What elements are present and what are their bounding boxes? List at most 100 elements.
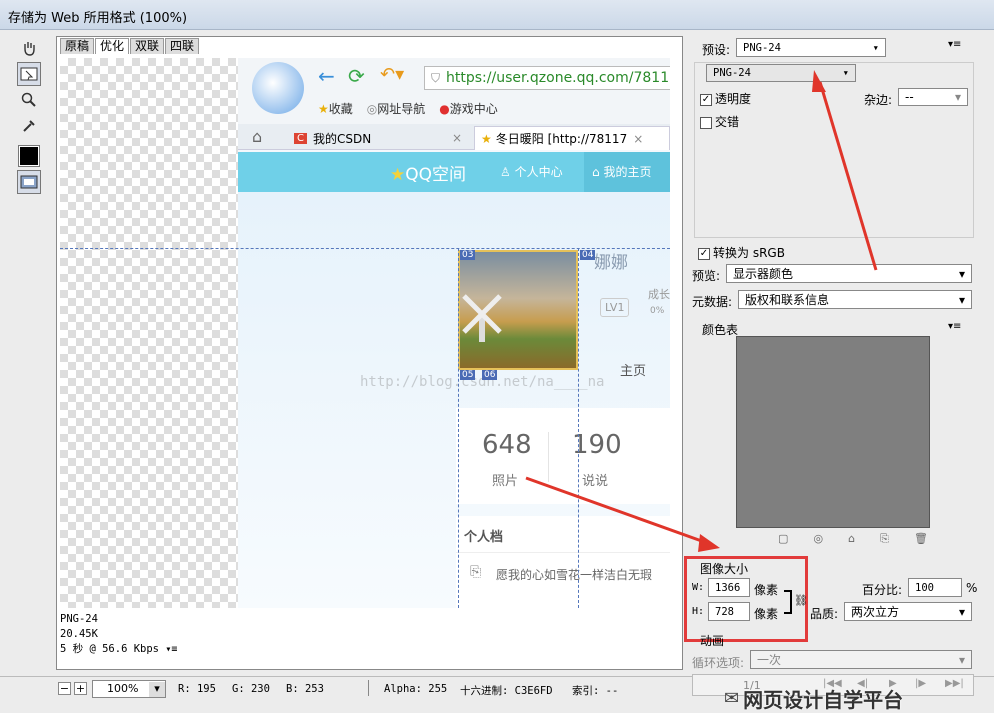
next-frame-icon[interactable]: |▶	[915, 678, 926, 689]
qzone-star-icon: ★	[481, 131, 492, 146]
toggle-slice-visibility-icon[interactable]	[17, 170, 41, 194]
zoom-tool-icon[interactable]	[17, 88, 41, 112]
undo-icon[interactable]: ↶▾	[380, 64, 404, 85]
nav-personal-center[interactable]: ♙ 个人中心	[500, 163, 563, 180]
new-color-icon[interactable]: ⎘	[880, 532, 889, 546]
chevron-down-icon: ▾	[958, 604, 965, 619]
slice-label-03[interactable]: 03	[460, 250, 476, 260]
width-input[interactable]: 1366	[708, 578, 750, 597]
metadata-select[interactable]: 版权和联系信息 ▾	[738, 290, 972, 309]
bookmark-bar: ★收藏 ◎网址导航 ●游戏中心	[318, 100, 498, 117]
animation-title: 动画	[700, 634, 725, 648]
link-chain-icon[interactable]: ⛓	[794, 594, 808, 607]
browser-tab-csdn[interactable]: C 我的CSDN ×	[288, 127, 468, 149]
preset-select[interactable]: PNG-24 ▾	[736, 38, 886, 57]
loop-label: 循环选项:	[692, 656, 745, 670]
nav-my-home[interactable]: ⌂ 我的主页	[584, 152, 670, 192]
color-table-title: 颜色表	[702, 323, 739, 337]
bookmark-favorites[interactable]: ★收藏	[318, 100, 353, 117]
width-label: W:	[692, 582, 705, 593]
image-preview[interactable]: ← ⟳ ↶▾ ⛉ https://user.qzone.qq.com/78117…	[60, 58, 670, 608]
url-text: https://user.qzone.qq.com/78117	[446, 70, 670, 86]
address-bar[interactable]: ⛉ https://user.qzone.qq.com/78117	[424, 66, 670, 90]
readout-g: G: 230	[232, 683, 270, 695]
image-size-title: 图像大小	[700, 562, 749, 576]
slice-label-06[interactable]: 06	[482, 370, 498, 380]
info-menu-icon[interactable]: ▾≡	[165, 644, 177, 655]
refresh-icon[interactable]: ⟳	[348, 64, 365, 88]
readout-r: R: 195	[178, 683, 216, 695]
trash-icon[interactable]: 🗑	[914, 532, 928, 546]
profile-text: 愿我的心如雪花一样洁白无瑕	[496, 568, 653, 582]
web-shift-icon[interactable]: ◎	[813, 532, 823, 546]
stat-shuoshuo-count: 190	[572, 430, 622, 460]
eyedropper-tool-icon[interactable]	[17, 114, 41, 138]
loop-select[interactable]: 一次 ▾	[750, 650, 972, 669]
qzone-brand[interactable]: ★QQ空间	[390, 160, 466, 185]
panel-menu-icon[interactable]: ▾≡	[948, 39, 961, 50]
home-link[interactable]: 主页	[620, 360, 646, 379]
map-transparent-icon[interactable]: ▢	[778, 532, 788, 546]
slice-select-tool-icon[interactable]	[17, 62, 41, 86]
readout-b: B: 253	[286, 683, 324, 695]
check-icon: ✓	[700, 93, 712, 106]
convert-srgb-checkbox[interactable]: ✓ 转换为 sRGB	[698, 244, 785, 261]
format-select[interactable]: PNG-24 ▾	[706, 64, 856, 82]
chevron-down-icon: ▾	[872, 41, 879, 54]
percent-input[interactable]: 100	[908, 578, 962, 597]
chevron-down-icon: ▾	[958, 266, 965, 281]
zoom-in-button[interactable]: +	[74, 682, 87, 695]
avatar[interactable]	[458, 250, 578, 370]
optimization-info: PNG-24 20.45K 5 秒 @ 56.6 Kbps ▾≡	[60, 612, 680, 668]
sogou-logo-icon	[252, 62, 304, 114]
preview-label: 预览:	[692, 269, 721, 283]
zoom-select[interactable]: 100% ▾	[92, 680, 166, 698]
chevron-down-icon: ▾	[958, 292, 965, 307]
quality-select[interactable]: 两次立方 ▾	[844, 602, 972, 621]
last-frame-icon[interactable]: ▶▶|	[945, 678, 964, 689]
tab-4up[interactable]: 四联	[165, 38, 200, 54]
toolbox	[14, 34, 44, 194]
home-icon[interactable]: ⌂	[252, 127, 262, 146]
browser-tab-qzone[interactable]: ★ 冬日暖阳 [http://78117 ×	[474, 126, 670, 150]
stat-shuoshuo-label[interactable]: 说说	[582, 470, 608, 489]
user-icon: ♙	[500, 165, 515, 179]
profile-icon: ⎘	[470, 564, 482, 580]
slice-label-05[interactable]: 05	[460, 370, 476, 380]
title-bar: 存储为 Web 所用格式 (100%)	[0, 0, 994, 30]
stat-photos-label[interactable]: 照片	[492, 470, 518, 489]
color-table-menu-icon[interactable]: ▾≡	[948, 321, 961, 332]
tab-optimized[interactable]: 优化	[95, 38, 130, 54]
chevron-down-icon: ▾	[842, 67, 849, 79]
home-icon: ⌂	[592, 165, 604, 179]
close-tab-icon[interactable]: ×	[633, 132, 643, 146]
slice-label-04[interactable]: 04	[580, 250, 596, 260]
lock-color-icon[interactable]: ⌂	[848, 532, 855, 546]
bookmark-games[interactable]: ●游戏中心	[439, 100, 498, 117]
settings-panel: 预设: PNG-24 ▾ ▾≡ PNG-24 ▾ ✓ 透明度 杂边: -- ▾ 交错 ✓…	[684, 34, 990, 712]
tab-original[interactable]: 原稿	[60, 38, 95, 54]
interlaced-checkbox[interactable]: 交错	[700, 113, 739, 130]
chevron-down-icon: ▾	[149, 682, 165, 697]
close-tab-icon[interactable]: ×	[452, 131, 462, 145]
transparency-checkbox[interactable]: ✓ 透明度	[700, 90, 751, 107]
percent-unit: %	[966, 581, 978, 595]
color-table-area[interactable]	[736, 336, 930, 528]
preview-select[interactable]: 显示器颜色 ▾	[726, 264, 972, 283]
tab-2up[interactable]: 双联	[130, 38, 165, 54]
slice-line-v1	[458, 248, 459, 608]
level-badge: LV1	[600, 298, 630, 317]
zoom-out-button[interactable]: −	[58, 682, 71, 695]
check-icon: ✓	[698, 247, 710, 260]
wechat-watermark: ✉ 网页设计自学平台	[724, 688, 904, 712]
color-table-toolbar: ▢ ◎ ⌂ ⎘ 🗑	[778, 532, 928, 546]
chevron-down-icon: ▾	[958, 652, 965, 667]
hand-tool-icon[interactable]	[17, 36, 41, 60]
bookmark-nav[interactable]: ◎网址导航	[367, 100, 426, 117]
height-input[interactable]: 728	[708, 602, 750, 621]
back-arrow-icon[interactable]: ←	[318, 64, 335, 88]
shield-icon: ⛉	[431, 70, 441, 85]
height-unit: 像素	[754, 607, 779, 621]
eyedropper-color-swatch[interactable]	[17, 144, 41, 168]
matte-select[interactable]: -- ▾	[898, 88, 968, 106]
